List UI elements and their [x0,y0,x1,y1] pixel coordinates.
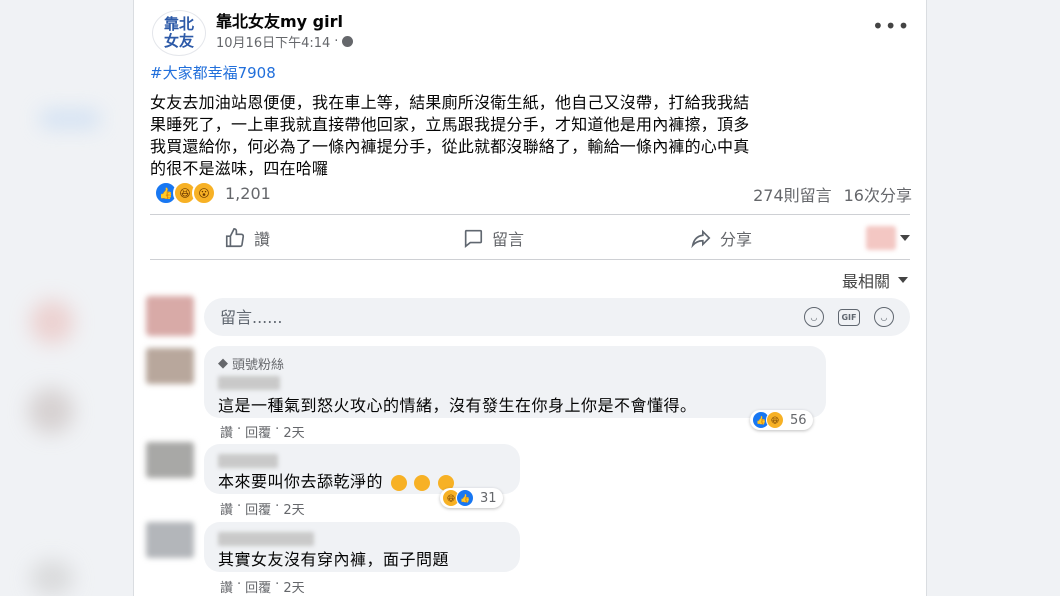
comment-label: 留言 [492,230,525,249]
emoji-icon[interactable]: ◡ [804,307,824,327]
comment-sort-dropdown[interactable]: 最相關 [842,268,908,292]
like-label: 讚 [254,230,271,249]
comment-text: 這是一種氣到怒火攻心的情緒，沒有發生在你身上你是不會懂得。 [218,396,697,415]
comment-like-link[interactable]: 讚 [220,499,233,518]
like-reaction-icon: 👍 [456,489,474,507]
divider [150,214,910,215]
gif-icon[interactable]: GIF [838,308,860,326]
actor-selector[interactable] [866,226,910,250]
comment-time[interactable]: 2天 [283,577,304,596]
like-button[interactable]: 讚 [224,226,270,250]
sort-label: 最相關 [841,272,890,291]
comment-reactions[interactable]: 👍 😆 56 [750,410,813,430]
post-body-line: 的很不是滋味，四在哈囉 [150,159,329,178]
caret-down-icon [900,235,910,241]
comment-reactions[interactable]: 😆 👍 31 [440,488,503,508]
avatar [146,296,194,336]
share-arrow-icon [691,229,711,249]
background-blur [30,300,74,344]
comments-count-link[interactable]: 274則留言 [753,182,832,206]
post-actions: 讚 留言 分享 [150,216,910,258]
sticker-icon[interactable]: ◡ [874,307,894,327]
post-body-line: 女友去加油站恩便便，我在車上等，結果廁所沒衛生紙，他自己又沒帶，打給我我結 [150,93,750,112]
badge-label: 頭號粉絲 [232,358,285,373]
wow-reaction-icon: 😮 [192,181,216,205]
comment-like-link[interactable]: 讚 [220,577,233,596]
rofl-emoji-icon [390,474,407,491]
post-timestamp[interactable]: 10月16日下午4:14 [216,32,330,51]
page-avatar[interactable]: 靠北 女友 [152,10,206,56]
comment-reply-link[interactable]: 回覆 [245,577,271,596]
haha-reaction-icon: 😆 [766,411,784,429]
comment-reaction-count: 56 [790,412,807,428]
comment-reply-link[interactable]: 回覆 [245,499,271,518]
comment-composer[interactable]: ◡ GIF ◡ [204,298,910,336]
share-button[interactable]: 分享 [690,226,752,250]
top-fan-badge[interactable]: ◆ 頭號粉絲 [218,354,284,373]
rofl-emoji-icon [414,474,431,491]
globe-icon [342,36,354,47]
speech-bubble-icon [464,229,483,248]
comment-meta: 讚 · 回覆 · 2天 [220,422,305,441]
caret-down-icon [898,277,908,283]
post-body: 女友去加油站恩便便，我在車上等，結果廁所沒衛生紙，他自己又沒帶，打給我我結 果睡… [150,92,910,180]
post-stats: 274則留言 16次分享 [753,182,912,206]
divider [150,259,910,260]
background-blur [40,110,100,128]
facebook-post: 靠北 女友 靠北女友my girl 10月16日下午4:14 · ••• #大家… [133,0,927,596]
comment-reply-link[interactable]: 回覆 [245,422,271,441]
avatar-text-top: 靠北 [163,15,194,33]
avatar-text-bottom: 女友 [163,32,194,50]
reaction-summary[interactable]: 👍 😆 😮 1,201 [154,181,271,205]
more-options-button[interactable]: ••• [872,16,910,36]
shares-count-link[interactable]: 16次分享 [844,182,912,206]
post-body-line: 果睡死了，一上車我就直接帶他回家，立馬跟我提分手，才知道他是用內褲擦，頂多 [150,115,750,134]
background-blur [28,388,74,434]
comment-time[interactable]: 2天 [283,499,304,518]
comment-meta: 讚 · 回覆 · 2天 [220,577,305,596]
comment-meta: 讚 · 回覆 · 2天 [220,499,305,518]
comment-bubble: 其實女友沒有穿內褲，面子問題 [204,522,520,572]
composer-tools: ◡ GIF ◡ [804,307,894,327]
comment-text: 本來要叫你去舔乾淨的 [218,468,454,492]
diamond-icon: ◆ [218,356,228,371]
thumbs-up-icon [225,228,245,248]
comment-bubble: 本來要叫你去舔乾淨的 [204,444,520,494]
comment-text: 其實女友沒有穿內褲，面子問題 [218,550,450,569]
post-meta: 10月16日下午4:14 · [216,32,354,51]
reaction-count: 1,201 [225,183,271,203]
avatar[interactable] [146,442,194,478]
share-label: 分享 [720,230,753,249]
meta-separator: · [334,34,339,49]
comment-reaction-count: 31 [480,490,497,506]
background-blur [30,560,74,596]
comment-time[interactable]: 2天 [283,422,304,441]
comment-input[interactable] [218,306,782,328]
avatar[interactable] [146,522,194,558]
avatar [866,226,896,250]
comment-button[interactable]: 留言 [462,226,524,250]
comment-bubble: ◆ 頭號粉絲 這是一種氣到怒火攻心的情緒，沒有發生在你身上你是不會懂得。 [204,346,826,418]
commenter-name[interactable] [218,532,314,546]
comment-text-content: 本來要叫你去舔乾淨的 [218,472,384,491]
page-name[interactable]: 靠北女友my girl [216,8,343,32]
avatar[interactable] [146,348,194,384]
comment-like-link[interactable]: 讚 [220,422,233,441]
post-body-line: 我買還給你，何必為了一條內褲提分手，從此就都沒聯絡了，輸給一條內褲的心中真 [150,137,750,156]
post-hashtag[interactable]: #大家都幸福7908 [150,62,276,83]
commenter-name[interactable] [218,376,280,390]
commenter-name[interactable] [218,454,278,468]
